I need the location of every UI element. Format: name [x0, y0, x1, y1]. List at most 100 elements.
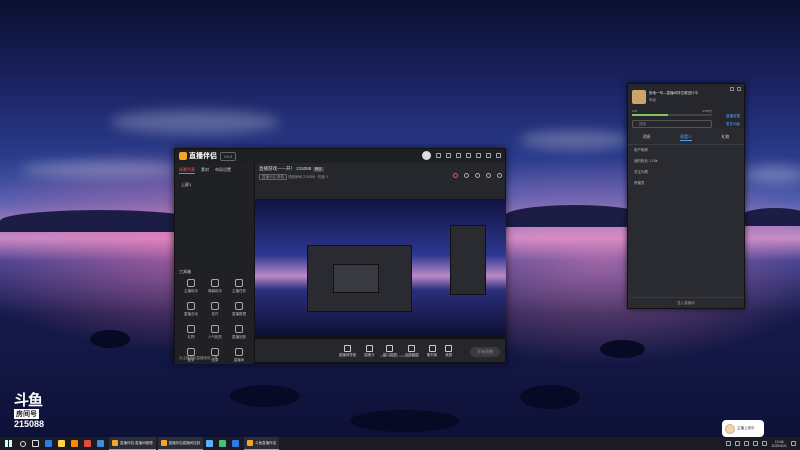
stream-preview[interactable]: [255, 199, 506, 339]
task-view-button[interactable]: [29, 437, 42, 450]
system-clock[interactable]: 13:46 2020/4/21: [771, 440, 787, 448]
tool-item[interactable]: 直播间: [227, 348, 251, 363]
record-icon[interactable]: [453, 173, 458, 178]
menu-icon[interactable]: [466, 153, 471, 158]
notification-icon[interactable]: [791, 441, 796, 446]
user-avatar[interactable]: [422, 151, 431, 160]
room-info-bar: 直播游戏——开！ 215088 精选 直播分区-单机 语音房间 215088 ·…: [255, 163, 506, 187]
tray-app-icon[interactable]: [735, 441, 741, 446]
tool-item[interactable]: 主播助手: [179, 279, 203, 294]
tray-app-icon[interactable]: [726, 441, 732, 446]
tool-item[interactable]: 礼物: [179, 325, 203, 340]
viewer-subtitle: 等级: [649, 98, 656, 102]
tab-layout[interactable]: 布局设置: [215, 167, 231, 174]
app-icon: [232, 440, 240, 447]
system-tray: 13:46 2020/4/21: [726, 437, 796, 450]
windows-taskbar: 直播伴侣-直播间管理 直播伴侣直播间控制 斗鱼直播伴侣 13:46 2020/4…: [0, 437, 800, 450]
tool-label: 直播回放: [232, 335, 246, 339]
room-category[interactable]: 直播分区-单机: [259, 174, 288, 180]
bottom-tool[interactable]: 美颜: [445, 345, 453, 358]
tool-item[interactable]: 主播任务: [227, 279, 251, 294]
bottom-tool-label: 直播间导航: [338, 353, 357, 357]
search-input[interactable]: 搜索: [632, 120, 712, 128]
wallpaper-rock: [520, 385, 580, 409]
taskbar-app[interactable]: [81, 437, 94, 450]
app-icon: [219, 440, 227, 447]
wallpaper-rock: [90, 330, 130, 348]
left-panel: 场景列表 素材 布局设置 上屏1 工具箱 主播助手 弹幕助手 主播任务 直播互动…: [175, 163, 255, 364]
taskbar-app[interactable]: [55, 437, 68, 450]
level-right: 4718分: [702, 109, 712, 113]
bottom-tool[interactable]: 摄像头: [364, 345, 375, 358]
live-settings-link[interactable]: 直播设置: [726, 114, 740, 119]
taskbar-task[interactable]: 斗鱼直播伴侣: [244, 437, 280, 450]
mail-icon[interactable]: [436, 153, 441, 158]
ime-icon[interactable]: [762, 441, 768, 446]
tab-materials[interactable]: 素材: [201, 167, 209, 174]
more-functions-link[interactable]: 更多功能: [726, 122, 740, 127]
data-icon: [235, 302, 243, 310]
taskbar-app[interactable]: [229, 437, 242, 450]
tool-label: 弹幕助手: [208, 289, 222, 293]
start-live-button[interactable]: 开始直播: [470, 347, 500, 357]
tool-item[interactable]: 弹幕助手: [203, 279, 227, 294]
tool-item[interactable]: 直播数据: [227, 302, 251, 317]
share-icon[interactable]: [497, 173, 502, 178]
bottom-tool[interactable]: 直播间导航: [338, 345, 357, 358]
tab-messages[interactable]: 消息: [643, 134, 651, 141]
room-number: 215088: [14, 419, 45, 429]
minimize-icon[interactable]: [476, 153, 481, 158]
viewer-list-item[interactable]: 用户昵称: [628, 145, 744, 156]
volume-icon[interactable]: [753, 441, 759, 446]
tab-gifts[interactable]: 礼物: [721, 134, 729, 141]
version-badge[interactable]: V3.0: [220, 151, 237, 161]
network-icon[interactable]: [744, 441, 750, 446]
tab-scenes[interactable]: 场景列表: [179, 167, 195, 174]
taskbar-task[interactable]: 直播伴侣-直播间管理: [109, 437, 156, 450]
link-mic-icon: [211, 348, 219, 356]
search-button[interactable]: [16, 437, 29, 450]
browser-icon: [71, 440, 78, 447]
tab-viewers[interactable]: 观看人: [679, 134, 692, 141]
streamer-avatar[interactable]: [632, 90, 646, 104]
window-controls: [422, 151, 501, 160]
navigation-icon: [344, 345, 351, 352]
close-icon[interactable]: [496, 153, 501, 158]
viewer-list-item[interactable]: 关注列表: [628, 167, 744, 178]
scene-item[interactable]: 上屏1: [179, 180, 250, 190]
taskbar-app[interactable]: [216, 437, 229, 450]
camera-icon[interactable]: [464, 173, 469, 178]
tool-label: 主播助手: [184, 289, 198, 293]
viewer-window-controls: [730, 87, 741, 91]
close-icon[interactable]: [737, 87, 741, 91]
maximize-icon[interactable]: [486, 153, 491, 158]
taskbar-app[interactable]: [94, 437, 107, 450]
viewer-list-item[interactable]: 房管员: [628, 178, 744, 189]
bottom-tool[interactable]: 素材库: [427, 345, 437, 358]
sticker-widget[interactable]: 主播上线中: [722, 420, 764, 437]
taskbar-task[interactable]: 直播伴侣直播间控制: [157, 437, 204, 450]
room-tag[interactable]: 精选: [312, 167, 324, 172]
lock-icon[interactable]: [475, 173, 480, 178]
viewer-list-item[interactable]: 我的粉丝 1.15k: [628, 156, 744, 167]
tool-item[interactable]: 人气相关: [203, 325, 227, 340]
taskbar-app[interactable]: [68, 437, 81, 450]
taskbar-app[interactable]: [203, 437, 216, 450]
minimize-icon[interactable]: [730, 87, 734, 91]
tool-item[interactable]: 直播回放: [227, 325, 251, 340]
app-status-bar: CPU 7% 内存 12% 00:00:00: [380, 354, 418, 358]
room-title[interactable]: 直播游戏——开！: [259, 166, 295, 171]
enter-room-button[interactable]: 进入直播间: [628, 297, 744, 306]
taskbar-task-label: 直播伴侣直播间控制: [168, 440, 201, 445]
taskbar-app[interactable]: [42, 437, 55, 450]
task-icon: [235, 279, 243, 287]
bell-icon[interactable]: [486, 173, 491, 178]
app-titlebar: 直播伴侣 V3.0: [175, 149, 505, 163]
tool-item[interactable]: 挂件: [203, 302, 227, 317]
skin-icon[interactable]: [456, 153, 461, 158]
screenshot-icon: [408, 345, 416, 352]
tool-item[interactable]: 直播互动: [179, 302, 203, 317]
start-button[interactable]: [0, 437, 16, 450]
settings-icon[interactable]: [446, 153, 451, 158]
popularity-icon: [211, 325, 219, 333]
